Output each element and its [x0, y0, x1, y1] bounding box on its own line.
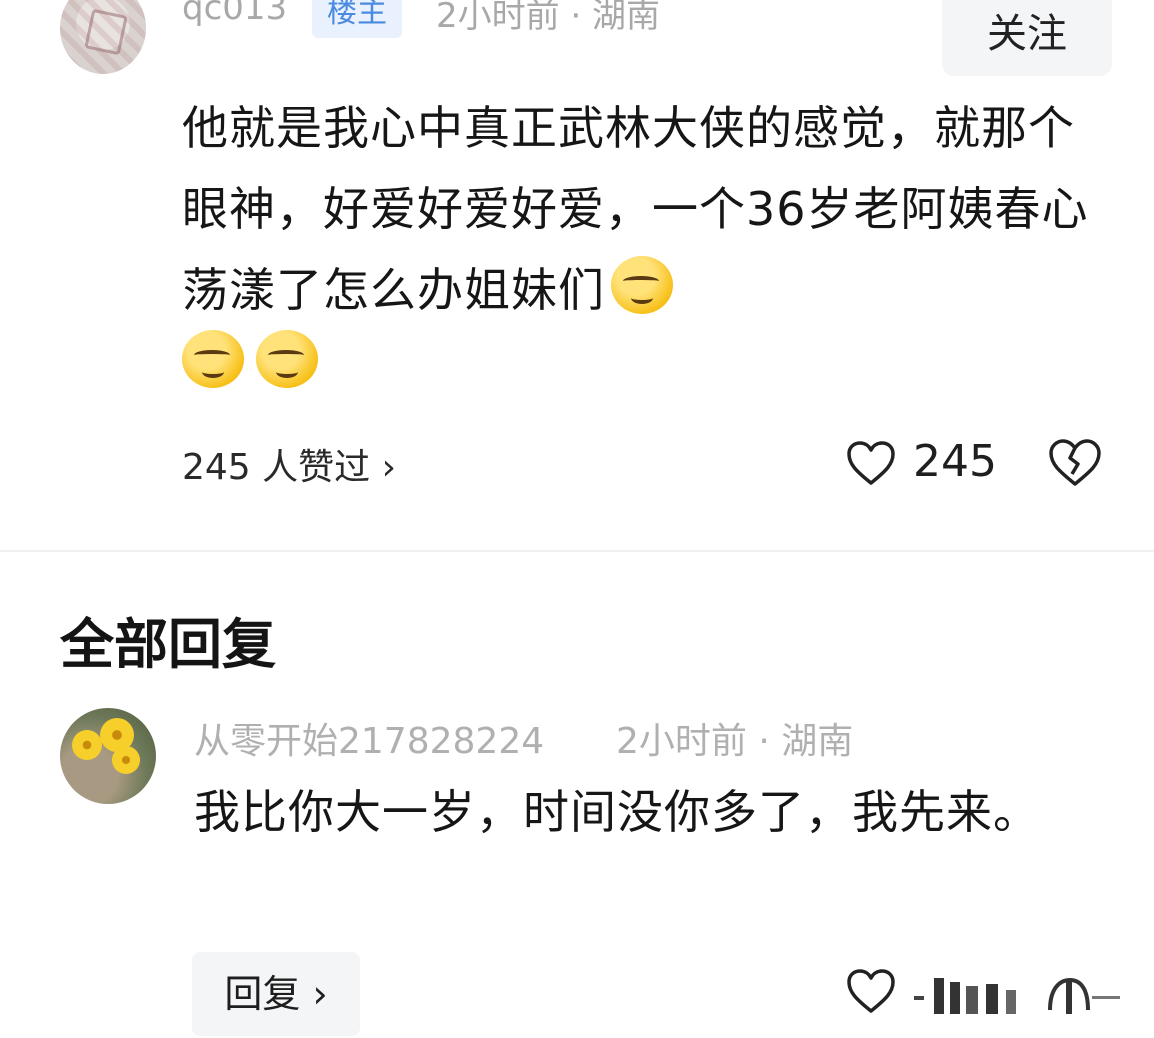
- heart-icon[interactable]: [846, 968, 896, 1014]
- flower-icon: [72, 730, 102, 760]
- reply-username[interactable]: 从零开始217828224: [194, 712, 544, 764]
- smirk-emoji-icon: [611, 256, 673, 314]
- follow-button[interactable]: 关注: [942, 0, 1112, 76]
- replies-title: 全部回复: [60, 613, 276, 676]
- reply-time-location: 2小时前 · 湖南: [616, 721, 854, 762]
- post-time-location: 2小时前 · 湖南: [436, 0, 661, 36]
- emoji-row: [182, 330, 330, 388]
- post-body: 他就是我心中真正武林大侠的感觉，就那个眼神，好爱好爱好爱，一个36岁老阿姨春心荡…: [182, 88, 1102, 331]
- flower-icon: [112, 746, 140, 774]
- avatar[interactable]: [60, 0, 146, 74]
- heart-icon[interactable]: [846, 440, 896, 486]
- like-count: 245: [913, 436, 997, 487]
- owner-badge: 楼主: [312, 0, 402, 38]
- smirk-emoji-icon: [256, 330, 318, 388]
- reply-text: 我比你大一岁，时间没你多了，我先来。: [194, 785, 1040, 839]
- reply-button[interactable]: 回复 ›: [192, 952, 360, 1036]
- section-divider: [0, 550, 1154, 552]
- post-username[interactable]: qc013: [182, 0, 287, 28]
- obscured-reply-actions-icon: [914, 977, 1120, 1014]
- broken-heart-icon[interactable]: [1048, 438, 1102, 488]
- smirk-emoji-icon: [182, 330, 244, 388]
- avatar[interactable]: [60, 708, 156, 804]
- likers-link[interactable]: 245 人赞过 ›: [182, 438, 396, 490]
